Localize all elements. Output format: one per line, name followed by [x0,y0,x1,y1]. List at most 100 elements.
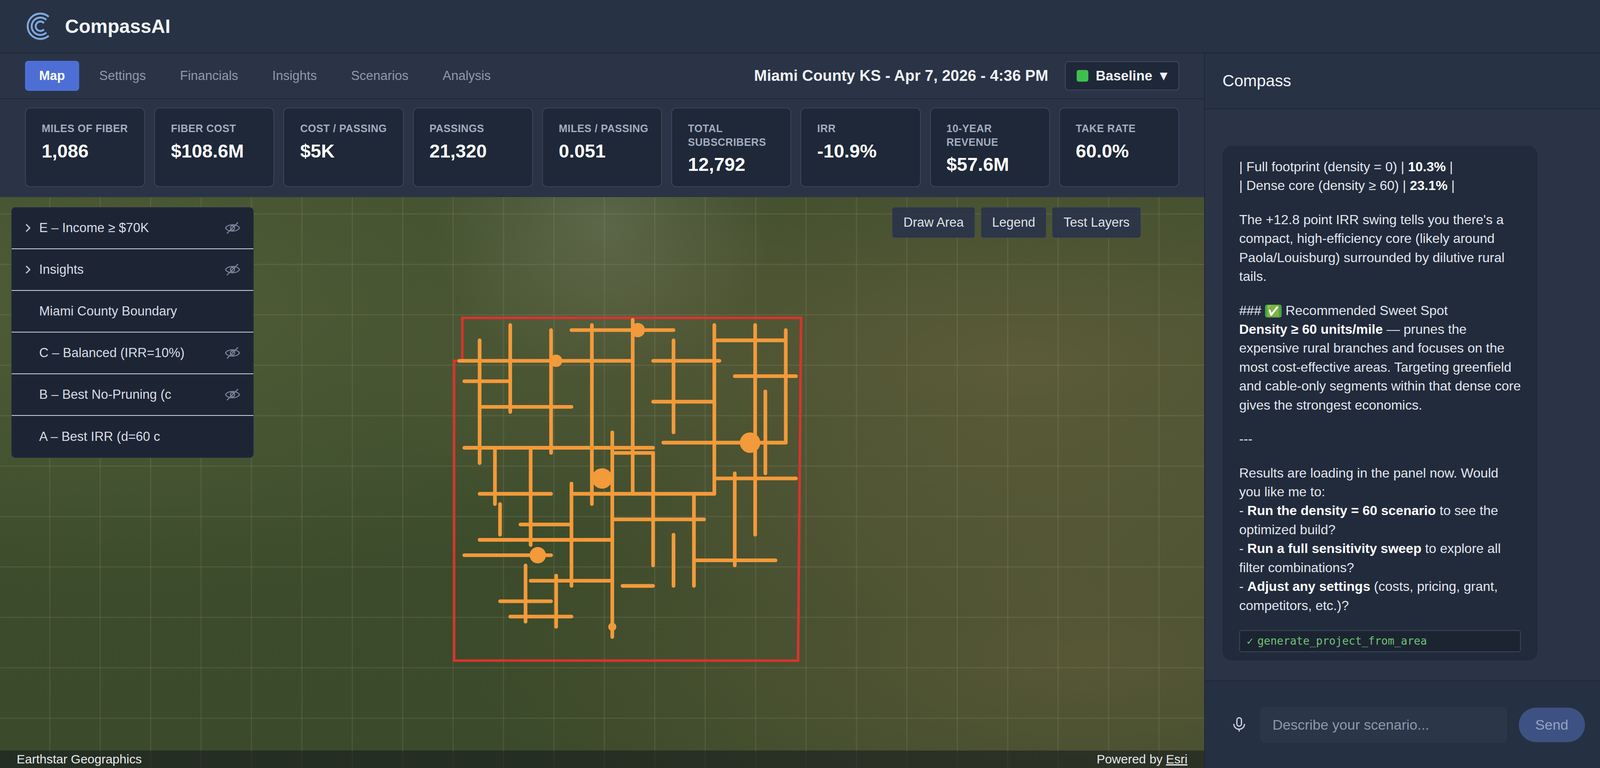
eye-slash-icon[interactable] [224,261,241,278]
text-span: Adjust any settings [1247,578,1371,594]
fiber-route [671,534,676,586]
message-line: Density ≥ 60 units/mile — prunes the exp… [1239,320,1521,415]
powered-by-label: Powered by [1096,752,1163,767]
chat-input[interactable] [1260,706,1508,743]
kpi-strip: MILES OF FIBER1,086 FIBER COST $108.6M COST… [0,99,1205,198]
kpi-value: $57.6M [946,153,1043,176]
town-cluster [608,622,617,631]
layer-label: Insights [39,262,84,278]
app: CompassAIMapSettingsFinancialsInsightsSc… [0,0,1600,768]
kpi-card: 10-YEAR REVENUE $57.6M [930,107,1050,188]
brand-name: CompassAI [65,15,171,38]
layer-label: A – Best IRR (d=60 c [39,429,160,445]
map-button[interactable]: Test Layers [1052,207,1141,238]
scenario-dropdown[interactable]: Baseline▼ [1065,61,1180,91]
town-cluster [630,322,645,338]
tabs: MapSettingsFinancialsInsightsScenariosAn… [25,60,505,91]
map-toolbar: Draw AreaLegendTest Layers [892,207,1141,238]
kpi-value: 0.051 [558,140,655,163]
kpi-label: TOTAL SUBSCRIBERS [687,121,784,149]
layer-panel: E – Income ≥ $70K Insights Miami County Bo… [11,207,254,458]
town-cluster [529,547,546,564]
fiber-route [763,391,768,473]
text-span: --- [1239,431,1253,447]
kpi-value: -10.9% [817,140,913,163]
text-span: - [1239,540,1248,556]
message-paragraph: The +12.8 point IRR swing tells you ther… [1239,210,1521,287]
kpi-card: TOTAL SUBSCRIBERS 12,792 [671,107,792,188]
town-cluster [550,354,563,367]
layer-row[interactable]: A – Best IRR (d=60 c [11,415,254,458]
message-line: | Full footprint (density = 0) | 10.3% | [1239,157,1521,177]
layer-row[interactable]: Miami County Boundary [11,290,254,333]
chevron-icon[interactable] [22,222,34,234]
message-line: - Adjust any settings (costs, pricing, g… [1239,577,1521,615]
message-line: ### ✅ Recommended Sweet Spot [1239,301,1521,320]
town-cluster [740,432,761,453]
fiber-route [528,447,533,545]
layer-row[interactable]: Insights [11,249,254,291]
eye-slash-icon[interactable] [224,344,241,362]
caret-icon: ▼ [1160,70,1168,82]
microphone-icon[interactable] [1230,715,1249,734]
tab[interactable]: Scenarios [336,60,423,91]
eye-slash-icon[interactable] [224,386,241,403]
chat-panel: Compass | Full footprint (density = 0) | … [1204,53,1600,768]
layer-row[interactable]: B – Best No-Pruning (c [11,374,254,416]
fiber-route [520,522,572,527]
fiber-route [479,537,613,542]
layer-row[interactable]: E – Income ≥ $70K [11,207,254,250]
fiber-route [712,325,717,494]
chevron-slot [22,222,34,234]
text-span: 23.1% [1409,177,1448,193]
fiber-route [492,447,497,505]
fiber-route [652,400,715,404]
message-paragraph: | Full footprint (density = 0) | 10.3% |… [1239,157,1521,196]
fiber-route [652,358,720,363]
fiber-route [671,340,676,433]
fiber-route [571,328,674,333]
tool-name: generate_project_from_area [1257,633,1428,649]
text-span: | Dense core (density ≥ 60) | [1239,177,1410,193]
esri-link[interactable]: Esri [1165,752,1188,767]
fiber-route [651,452,655,566]
status-dot [1076,70,1089,82]
tab[interactable]: Analysis [428,60,505,91]
map-button[interactable]: Legend [980,207,1047,238]
text-span: - [1239,578,1248,594]
kpi-label: 10-YEAR REVENUE [946,121,1043,149]
tab[interactable]: Settings [85,60,160,91]
chevron-slot [22,305,34,317]
chat-history: | Full footprint (density = 0) | 10.3% |… [1205,109,1600,681]
text-span: Density ≥ 60 units/mile [1239,321,1383,337]
map[interactable]: E – Income ≥ $70K Insights Miami County Bo… [0,197,1205,768]
fiber-route [622,584,653,588]
fiber-route [554,575,558,627]
tab[interactable]: Map [25,60,80,91]
kpi-value: 12,792 [687,153,784,176]
kpi-label: IRR [817,121,913,136]
kpi-label: COST / PASSING [300,121,396,136]
layer-row[interactable]: C – Balanced (IRR=10%) [11,332,254,375]
kpi-label: FIBER COST [170,121,267,136]
panel-title: Compass [1205,53,1600,110]
kpi-label: PASSINGS [429,121,526,136]
chevron-icon[interactable] [22,264,34,275]
imagery-credit: Earthstar Geographics [16,752,142,767]
composer: Send [1205,680,1600,768]
text-span: Results are loading in the panel now. Wo… [1239,465,1503,500]
tab[interactable]: Financials [165,60,253,91]
text-span: | [1445,159,1453,175]
send-button[interactable]: Send [1518,707,1585,743]
map-button[interactable]: Draw Area [892,207,975,238]
kpi-card: MILES OF FIBER1,086 [25,107,145,188]
chevron-slot [22,264,34,275]
fiber-route [523,565,528,622]
fiber-route [508,325,513,413]
fiber-route [714,338,786,343]
eye-slash-icon[interactable] [224,219,241,237]
tab[interactable]: Insights [258,60,332,91]
fiber-route [612,517,704,522]
kpi-value: $108.6M [170,140,267,163]
kpi-card: IRR -10.9% [800,107,921,188]
